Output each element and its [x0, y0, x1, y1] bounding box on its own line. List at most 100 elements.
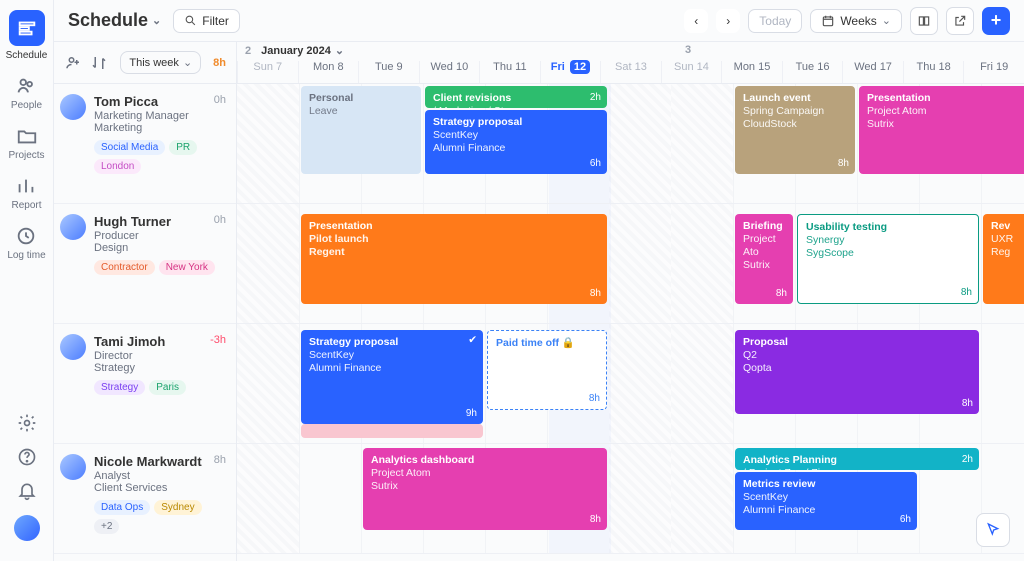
nav-report[interactable]: Report [11, 175, 41, 211]
person-row[interactable]: 0h Tom Picca Marketing Manager Marketing… [54, 84, 236, 204]
week-select[interactable]: This week ⌄ [120, 51, 201, 74]
task-hours: 8h [590, 514, 601, 527]
next-button[interactable]: › [716, 9, 740, 33]
day-header[interactable]: Wed 10 [419, 61, 480, 83]
week-number: 2 [245, 45, 251, 57]
chart-icon [15, 175, 37, 197]
task-hours: 2h [590, 92, 601, 105]
person-tag[interactable]: Social Media [94, 140, 165, 155]
nav-people[interactable]: People [11, 75, 42, 111]
task-block[interactable]: Strategy proposalScentKeyAlumni Finance6… [425, 110, 607, 174]
person-tag[interactable]: PR [169, 140, 197, 155]
day-header[interactable]: Tue 9 [358, 61, 419, 83]
view-label: Weeks [840, 14, 876, 28]
task-hours: 2h [962, 454, 973, 467]
task-block[interactable]: Launch eventSpring CampaignCloudStock8h [735, 86, 855, 174]
person-role: Director [94, 350, 226, 362]
task-block[interactable]: Analytics dashboardProject AtomSutrix8h [363, 448, 607, 530]
add-person-icon[interactable] [64, 54, 82, 72]
person-role: Marketing Manager [94, 110, 226, 122]
day-header[interactable]: Thu 11 [479, 61, 540, 83]
task-block[interactable]: Client revisions / Marketing / Stox2h [425, 86, 607, 108]
person-tag[interactable]: London [94, 159, 141, 174]
page-title[interactable]: Schedule ⌄ [68, 10, 161, 31]
person-row[interactable]: 8h Nicole Markwardt Analyst Client Servi… [54, 444, 236, 554]
person-name: Tom Picca [94, 94, 226, 109]
day-header[interactable]: Fri 19 [963, 61, 1024, 83]
task-block[interactable]: Strategy proposalScentKeyAlumni Finance✔… [301, 330, 483, 424]
nav-schedule[interactable] [9, 10, 45, 46]
task-block[interactable]: Usability testingSynergySygScope8h [797, 214, 979, 304]
day-header[interactable]: Wed 17 [842, 61, 903, 83]
cursor-mode-button[interactable] [976, 513, 1010, 547]
day-header[interactable]: Mon 15 [721, 61, 782, 83]
filter-button[interactable]: Filter [173, 9, 240, 33]
task-hours: 9h [466, 408, 477, 421]
person-row[interactable]: 0h Hugh Turner Producer Design Contracto… [54, 204, 236, 324]
share-button[interactable] [946, 7, 974, 35]
person-tag[interactable]: +2 [94, 519, 119, 534]
add-button[interactable]: + [982, 7, 1010, 35]
person-name: Tami Jimoh [94, 334, 226, 349]
nav-projects-label: Projects [8, 150, 44, 161]
today-button[interactable]: Today [748, 9, 802, 33]
task-block[interactable]: Metrics reviewScentKeyAlumni Finance6h [735, 472, 917, 530]
chevron-down-icon: ⌄ [882, 14, 891, 27]
task-block[interactable]: BriefingProject AtoSutrix8h [735, 214, 793, 304]
bell-icon[interactable] [17, 481, 37, 501]
current-user-avatar[interactable] [14, 515, 40, 541]
people-panel: This week ⌄ 8h 0h Tom Picca Marketing Ma… [54, 42, 237, 561]
day-header[interactable]: Sat 13 [600, 61, 661, 83]
person-tag[interactable]: Contractor [94, 260, 155, 275]
help-icon[interactable] [17, 447, 37, 467]
page-title-text: Schedule [68, 10, 148, 31]
gear-icon[interactable] [17, 413, 37, 433]
sort-icon[interactable] [90, 54, 108, 72]
person-hours: -3h [210, 334, 226, 346]
person-tag[interactable]: Sydney [154, 500, 201, 515]
task-block[interactable] [301, 424, 483, 438]
nav-schedule-label: Schedule [6, 50, 48, 61]
day-header[interactable]: Sun 7 [237, 61, 298, 83]
person-tag[interactable]: Paris [149, 380, 186, 395]
task-block[interactable]: ProposalQ2Qopta8h [735, 330, 979, 414]
person-role: Analyst [94, 470, 226, 482]
filter-label: Filter [202, 14, 229, 28]
task-block[interactable]: PresentationPilot launchRegent8h [301, 214, 607, 304]
task-block[interactable]: PresentationProject AtomSutrix [859, 86, 1024, 174]
task-block[interactable]: Analytics Planning / Project Zen / Zivzy… [735, 448, 979, 470]
person-role: Producer [94, 230, 226, 242]
task-hours: 8h [838, 158, 849, 171]
chevron-down-icon: ⌄ [152, 14, 161, 27]
person-dept: Design [94, 242, 226, 254]
nav-logtime[interactable]: Log time [7, 225, 45, 261]
person-row[interactable]: -3h Tami Jimoh Director Strategy Strateg… [54, 324, 236, 444]
prev-button[interactable]: ‹ [684, 9, 708, 33]
topbar: Schedule ⌄ Filter ‹ › Today Weeks ⌄ + [54, 0, 1024, 42]
person-tag[interactable]: New York [159, 260, 215, 275]
hours-chip: 8h [213, 57, 226, 69]
person-name: Hugh Turner [94, 214, 226, 229]
task-block[interactable]: RevUXRReg [983, 214, 1024, 304]
task-block[interactable]: Paid time off 🔒8h [487, 330, 607, 410]
nav-logtime-label: Log time [7, 250, 45, 261]
day-header[interactable]: Sun 14 [661, 61, 722, 83]
nav-people-label: People [11, 100, 42, 111]
people-icon [15, 75, 37, 97]
nav-projects[interactable]: Projects [8, 125, 44, 161]
person-tag[interactable]: Strategy [94, 380, 145, 395]
person-dept: Strategy [94, 362, 226, 374]
day-header[interactable]: Tue 16 [782, 61, 843, 83]
month-label[interactable]: 2 January 2024 ⌄ [245, 44, 344, 57]
person-tag[interactable]: Data Ops [94, 500, 150, 515]
day-header[interactable]: Mon 8 [298, 61, 359, 83]
task-block[interactable]: PersonalLeave [301, 86, 421, 174]
filter-icon [184, 14, 197, 27]
day-header[interactable]: Fri 12 [540, 61, 601, 83]
task-hours: 6h [590, 158, 601, 171]
day-header[interactable]: Thu 18 [903, 61, 964, 83]
person-name: Nicole Markwardt [94, 454, 226, 469]
chevron-down-icon: ⌄ [183, 56, 192, 69]
compact-view-button[interactable] [910, 7, 938, 35]
view-select[interactable]: Weeks ⌄ [810, 9, 902, 33]
